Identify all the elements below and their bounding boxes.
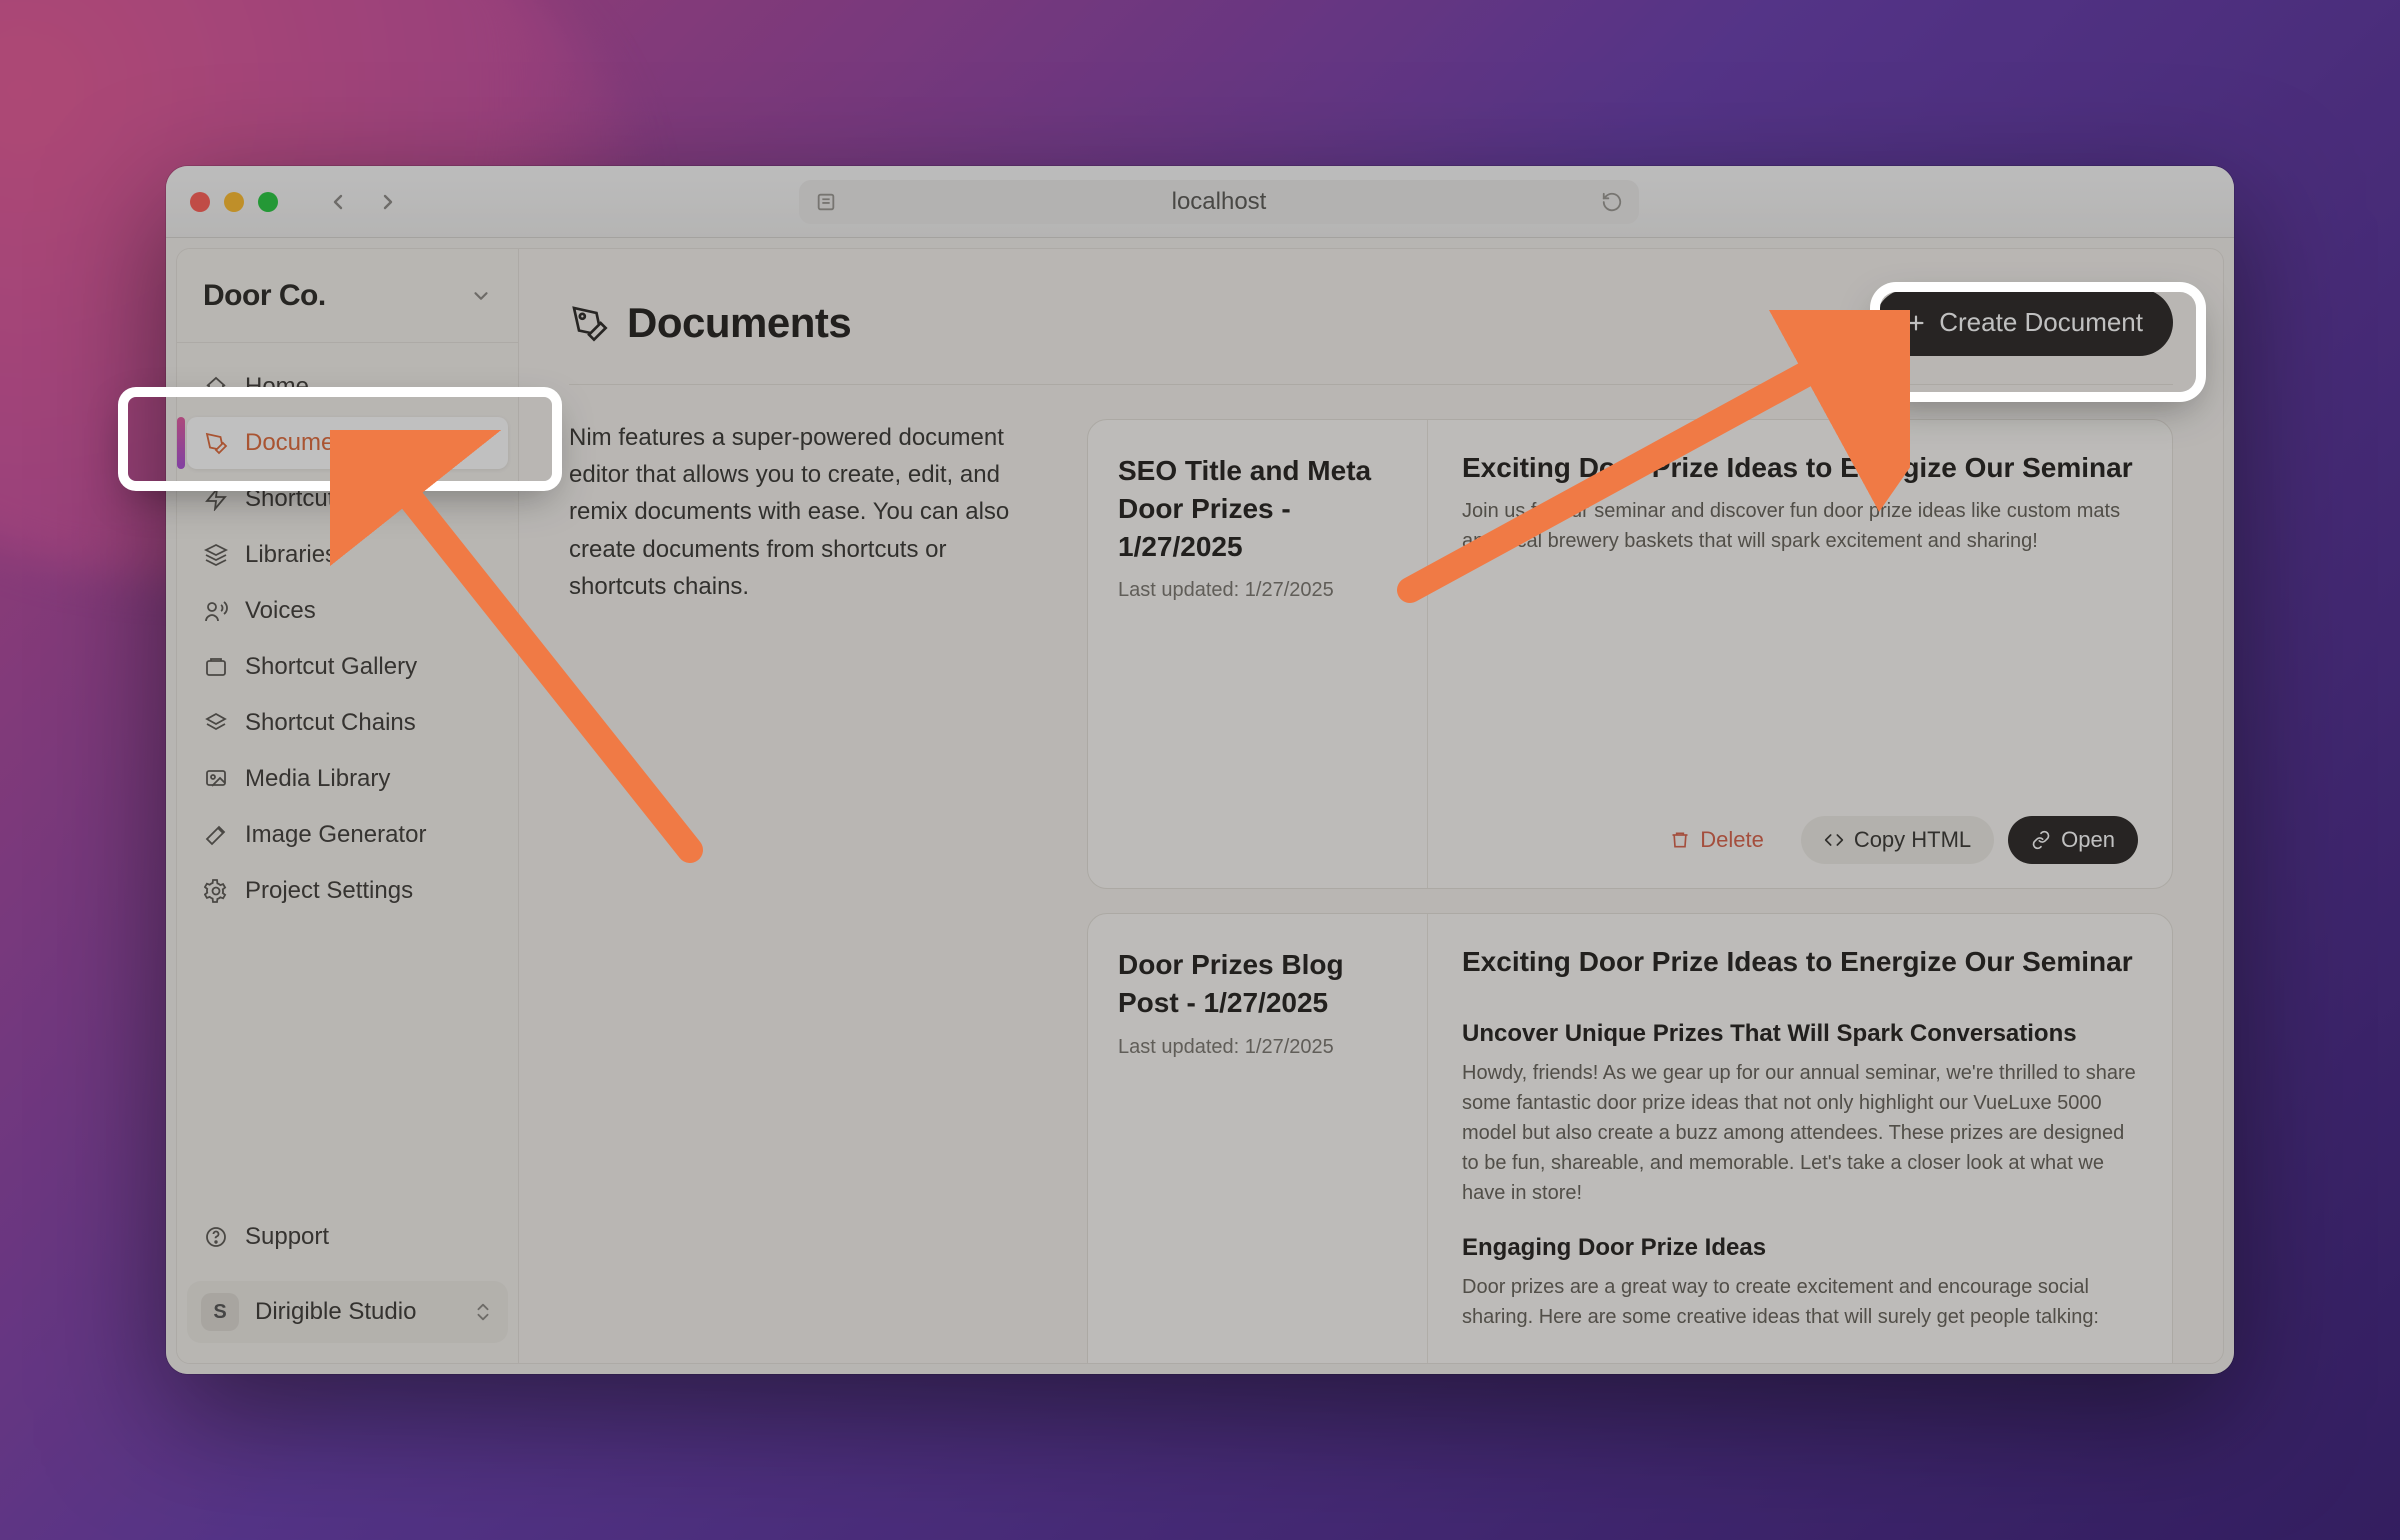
sidebar-item-documents[interactable]: Documents xyxy=(187,417,508,469)
sidebar-item-support[interactable]: Support xyxy=(187,1211,508,1263)
workspace-label: Dirigible Studio xyxy=(255,1298,456,1326)
document-actions: Delete Copy HTML Open xyxy=(1462,1352,2138,1363)
document-body: Howdy, friends! As we gear up for our an… xyxy=(1462,1058,2138,1208)
sidebar-item-label: Libraries xyxy=(245,541,337,569)
document-card: Door Prizes Blog Post - 1/27/2025 Last u… xyxy=(1087,913,2173,1363)
browser-window: localhost Door Co. Home xyxy=(166,166,2234,1374)
document-heading: Exciting Door Prize Ideas to Energize Ou… xyxy=(1462,452,2138,484)
sidebar-item-label: Shortcuts xyxy=(245,485,346,513)
window-controls xyxy=(190,192,278,212)
home-icon xyxy=(203,374,229,400)
chevron-down-icon xyxy=(470,285,492,307)
reader-icon xyxy=(815,191,837,213)
sidebar-item-voices[interactable]: Voices xyxy=(187,585,508,637)
sidebar-item-shortcut-chains[interactable]: Shortcut Chains xyxy=(187,697,508,749)
sidebar-item-label: Support xyxy=(245,1223,329,1251)
workspace-badge: S xyxy=(201,1293,239,1331)
document-body: Door prizes are a great way to create ex… xyxy=(1462,1272,2138,1332)
pen-nib-icon xyxy=(569,303,609,343)
document-title: SEO Title and Meta Door Prizes - 1/27/20… xyxy=(1118,452,1397,565)
close-window-button[interactable] xyxy=(190,192,210,212)
document-actions: Delete Copy HTML Open xyxy=(1462,796,2138,864)
page-title-text: Documents xyxy=(627,299,851,347)
help-icon xyxy=(203,1224,229,1250)
document-card: SEO Title and Meta Door Prizes - 1/27/20… xyxy=(1087,419,2173,889)
create-document-label: Create Document xyxy=(1939,307,2143,338)
chevron-up-down-icon xyxy=(472,1301,494,1323)
sidebar-item-label: Project Settings xyxy=(245,877,413,905)
create-document-button[interactable]: Create Document xyxy=(1875,289,2173,356)
sidebar-item-label: Home xyxy=(245,373,309,401)
org-switcher[interactable]: Door Co. xyxy=(177,249,518,343)
sidebar-item-label: Shortcut Gallery xyxy=(245,653,417,681)
open-button[interactable]: Open xyxy=(2008,816,2138,864)
sidebar-item-shortcuts[interactable]: Shortcuts xyxy=(187,473,508,525)
org-name: Door Co. xyxy=(203,279,326,313)
primary-nav: Home Documents Shortcuts Libraries xyxy=(177,343,518,1197)
stack-icon xyxy=(203,542,229,568)
sidebar-item-label: Voices xyxy=(245,597,316,625)
plus-icon xyxy=(1905,312,1927,334)
sidebar-item-project-settings[interactable]: Project Settings xyxy=(187,865,508,917)
main-content: Documents Create Document Nim features a… xyxy=(519,249,2223,1363)
chain-icon xyxy=(203,710,229,736)
sidebar-item-media-library[interactable]: Media Library xyxy=(187,753,508,805)
address-bar[interactable]: localhost xyxy=(799,180,1639,224)
document-title: Door Prizes Blog Post - 1/27/2025 xyxy=(1118,946,1397,1022)
document-body: Join us for our seminar and discover fun… xyxy=(1462,496,2138,556)
workspace-switcher[interactable]: S Dirigible Studio xyxy=(187,1281,508,1343)
page-title: Documents xyxy=(569,299,851,347)
wand-icon xyxy=(203,822,229,848)
code-icon xyxy=(1824,830,1844,850)
browser-toolbar: localhost xyxy=(166,166,2234,238)
pen-icon xyxy=(203,430,229,456)
copy-html-button[interactable]: Copy HTML xyxy=(1801,816,1994,864)
forward-button[interactable] xyxy=(368,182,408,222)
sidebar-item-libraries[interactable]: Libraries xyxy=(187,529,508,581)
voice-icon xyxy=(203,598,229,624)
sidebar-item-shortcut-gallery[interactable]: Shortcut Gallery xyxy=(187,641,508,693)
media-icon xyxy=(203,766,229,792)
sidebar-item-label: Shortcut Chains xyxy=(245,709,416,737)
sidebar-item-label: Image Generator xyxy=(245,821,426,849)
document-updated: Last updated: 1/27/2025 xyxy=(1118,1036,1397,1059)
link-icon xyxy=(2031,830,2051,850)
zoom-window-button[interactable] xyxy=(258,192,278,212)
trash-icon xyxy=(1670,830,1690,850)
delete-button[interactable]: Delete xyxy=(1647,816,1787,864)
reload-icon[interactable] xyxy=(1601,191,1623,213)
page-intro-text: Nim features a super-powered document ed… xyxy=(569,419,1039,1363)
document-updated: Last updated: 1/27/2025 xyxy=(1118,579,1397,602)
sidebar-item-image-generator[interactable]: Image Generator xyxy=(187,809,508,861)
gear-icon xyxy=(203,878,229,904)
document-list: SEO Title and Meta Door Prizes - 1/27/20… xyxy=(1087,419,2173,1363)
sidebar: Door Co. Home Documents xyxy=(177,249,519,1363)
document-heading: Exciting Door Prize Ideas to Energize Ou… xyxy=(1462,946,2138,978)
minimize-window-button[interactable] xyxy=(224,192,244,212)
document-subheading: Engaging Door Prize Ideas xyxy=(1462,1234,2138,1262)
document-subheading: Uncover Unique Prizes That Will Spark Co… xyxy=(1462,1020,2138,1048)
sidebar-item-home[interactable]: Home xyxy=(187,361,508,413)
gallery-icon xyxy=(203,654,229,680)
bolt-icon xyxy=(203,486,229,512)
app-frame: Door Co. Home Documents xyxy=(176,248,2224,1364)
sidebar-item-label: Documents xyxy=(245,429,366,457)
address-text: localhost xyxy=(1172,188,1267,216)
back-button[interactable] xyxy=(318,182,358,222)
sidebar-item-label: Media Library xyxy=(245,765,390,793)
